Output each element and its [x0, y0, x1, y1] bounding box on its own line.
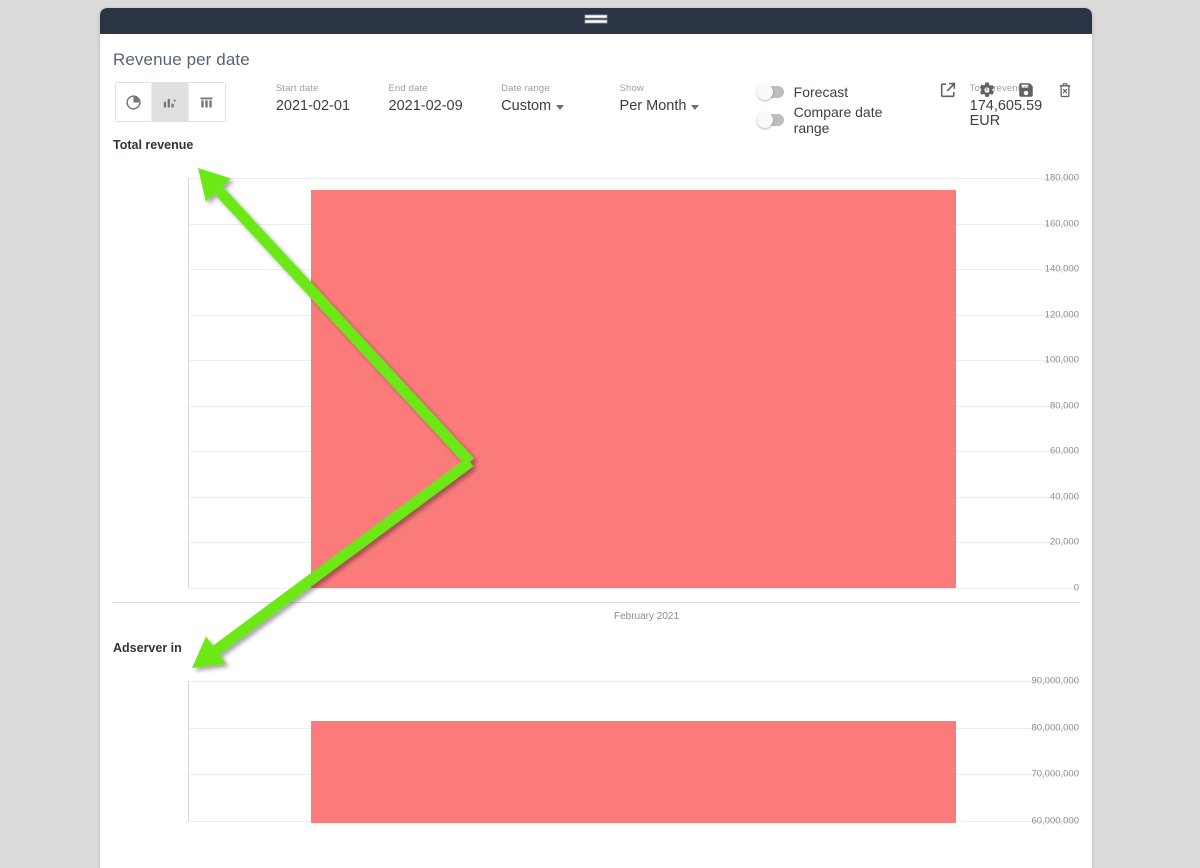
chevron-down-icon	[556, 104, 565, 110]
xaxis-total-revenue: February 2021	[113, 603, 1079, 633]
total-revenue-value: 174,605.59 EUR	[969, 97, 1043, 130]
open-external-icon[interactable]	[939, 81, 957, 99]
yaxis-tick-label: 160,000	[1044, 218, 1079, 230]
bar[interactable]	[310, 720, 957, 823]
pie-chart-button[interactable]	[116, 83, 153, 121]
yaxis-tick-label: 180,000	[1044, 172, 1079, 184]
delete-icon[interactable]	[1056, 81, 1074, 99]
compare-switch-knob	[756, 112, 773, 128]
chart-section-adserver-in: Adserver in 90,000,000 80,000,000 70,000,0…	[100, 641, 1092, 827]
yaxis-tick-label: 60,000,000	[1031, 815, 1079, 827]
gridline	[188, 588, 1079, 589]
start-date-field[interactable]: Start date 2021-02-01	[276, 82, 389, 114]
forecast-toggle[interactable]: Forecast	[756, 84, 915, 100]
yaxis-tick-label: 80,000,000	[1031, 722, 1079, 734]
show-dropdown[interactable]: Per Month	[619, 97, 744, 115]
compare-switch-track[interactable]	[756, 112, 784, 128]
chart-type-selector	[115, 82, 226, 122]
window-titlebar[interactable]	[100, 8, 1092, 34]
card-header: Revenue per date Start date 2021-02-01 E…	[100, 34, 1092, 138]
bar-chart-button[interactable]	[152, 83, 189, 121]
yaxis-tick-label: 40,000	[1049, 491, 1079, 503]
app-window: Revenue per date Start date 2021-02-01 E…	[100, 8, 1092, 868]
forecast-switch-knob	[756, 84, 773, 100]
gear-icon[interactable]	[978, 81, 996, 99]
chart-section-total-revenue: Total revenue 180,000 160,000 140,000 120,0…	[100, 138, 1092, 633]
yaxis-tick-label: 100,000	[1044, 354, 1079, 366]
yaxis-tick-label: 70,000,000	[1031, 768, 1079, 780]
bar[interactable]	[310, 190, 957, 588]
forecast-toggle-label: Forecast	[793, 84, 849, 100]
end-date-label: End date	[388, 83, 428, 94]
yaxis-tick-label: 0	[1073, 582, 1079, 594]
table-view-button[interactable]	[188, 83, 225, 121]
yaxis-tick-label: 80,000	[1049, 400, 1079, 412]
date-range-field[interactable]: Date range Custom	[501, 82, 619, 114]
header-action-icons	[939, 81, 1074, 99]
show-value: Per Month	[619, 97, 687, 114]
date-range-value: Custom	[501, 97, 552, 114]
chevron-down-icon	[691, 104, 700, 110]
plot-total-revenue: 180,000 160,000 140,000 120,000 100,000 80,00…	[113, 160, 1079, 603]
chart-title-adserver-in: Adserver in	[113, 641, 182, 655]
show-label: Show	[619, 83, 644, 94]
date-range-dropdown[interactable]: Custom	[501, 97, 619, 115]
end-date-value[interactable]: 2021-02-09	[389, 98, 502, 115]
start-date-value[interactable]: 2021-02-01	[276, 98, 389, 115]
yaxis-tick-label: 20,000	[1049, 536, 1079, 548]
forecast-switch-track[interactable]	[756, 84, 784, 100]
save-icon[interactable]	[1017, 81, 1035, 99]
start-date-label: Start date	[275, 83, 319, 94]
toggle-group: Forecast Compare date range	[756, 82, 915, 136]
yaxis-tick-label: 60,000	[1049, 445, 1079, 457]
gridline	[188, 178, 1079, 179]
yaxis-tick-label: 140,000	[1044, 263, 1079, 275]
yaxis-line	[188, 681, 189, 821]
drag-handle-icon[interactable]	[584, 12, 608, 30]
chart-title-total-revenue: Total revenue	[113, 138, 194, 152]
show-field[interactable]: Show Per Month	[620, 82, 744, 114]
controls-toolbar: Start date 2021-02-01 End date 2021-02-0…	[113, 82, 1072, 138]
yaxis-tick-label: 120,000	[1044, 309, 1079, 321]
date-range-label: Date range	[501, 83, 550, 94]
xaxis-label-total-revenue: February 2021	[613, 611, 680, 622]
yaxis-line	[188, 178, 189, 588]
compare-date-range-toggle[interactable]: Compare date range	[756, 104, 915, 136]
yaxis-tick-label: 90,000,000	[1031, 675, 1079, 687]
page-title: Revenue per date	[113, 50, 250, 69]
plot-adserver-in: 90,000,000 80,000,000 70,000,000 60,000,000	[113, 663, 1079, 827]
end-date-field[interactable]: End date 2021-02-09	[389, 82, 502, 114]
compare-toggle-label: Compare date range	[793, 104, 883, 136]
gridline	[188, 681, 1079, 682]
